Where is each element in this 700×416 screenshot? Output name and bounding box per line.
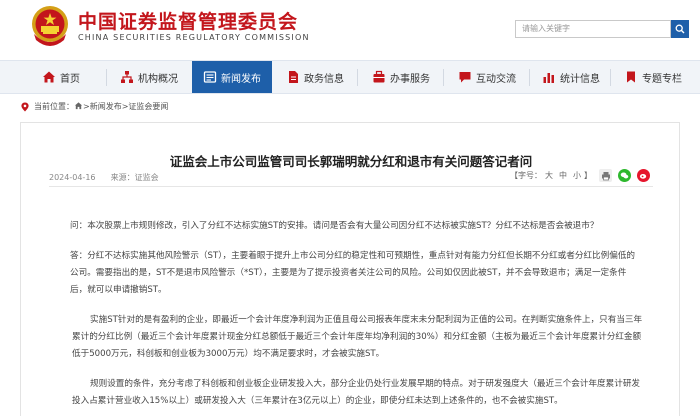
- nav-item-gov-info[interactable]: 政务信息: [286, 61, 344, 93]
- site-title[interactable]: 中国证券监督管理委员会: [78, 7, 298, 34]
- nav-label: 新闻发布: [221, 73, 261, 85]
- article-paragraph: 答：分红不达标实施其他风险警示（ST），主要着眼于提升上市公司分红的稳定性和可预…: [70, 251, 636, 295]
- print-icon[interactable]: [599, 169, 612, 182]
- site-header: 中国证券监督管理委员会 CHINA SECURITIES REGULATORY …: [0, 0, 700, 58]
- news-icon: [203, 70, 217, 84]
- search-input[interactable]: 请输入关键字: [515, 20, 671, 38]
- article-paragraph: 问：本次股票上市规则修改，引入了分红不达标实施ST的安排。请问是否会有大量公司因…: [70, 221, 599, 231]
- chat-icon: [458, 70, 472, 84]
- nav-label: 首页: [60, 73, 80, 85]
- wechat-icon[interactable]: [618, 169, 631, 182]
- search-button[interactable]: [671, 20, 689, 38]
- nav-item-topics[interactable]: 专题专栏: [624, 61, 682, 93]
- font-size-large[interactable]: 大: [545, 170, 553, 181]
- font-size-label: 【字号：: [510, 171, 542, 180]
- font-size-close: 】: [584, 171, 592, 180]
- breadcrumb-home-link[interactable]: [74, 101, 83, 112]
- org-chart-icon: [120, 70, 134, 84]
- location-pin-icon: [21, 102, 29, 111]
- nav-label: 办事服务: [390, 73, 430, 85]
- article-source: 证监会: [134, 173, 159, 182]
- breadcrumb: 当前位置： >新闻发布>证监会要闻: [20, 101, 168, 112]
- nav-item-services[interactable]: 办事服务: [372, 61, 430, 93]
- font-size-small[interactable]: 小: [573, 170, 581, 181]
- nav-label: 专题专栏: [642, 73, 682, 85]
- article-meta: 2024-04-16 来源：证监会 【字号： 大 中 小 】: [49, 169, 653, 187]
- article-title: 证监会上市公司监管司司长郭瑞明就分红和退市有关问题答记者问: [169, 154, 533, 169]
- nav-label: 机构概况: [138, 73, 178, 85]
- nav-label: 互动交流: [476, 73, 516, 85]
- article-paragraph: 规则设置的条件，充分考虑了科创板和创业板企业研发投入大，部分企业仍处行业发展早期…: [72, 379, 641, 406]
- source-label: 来源：: [110, 173, 135, 182]
- nav-label: 政务信息: [304, 73, 344, 85]
- home-icon: [74, 102, 83, 110]
- nav-item-home[interactable]: 首页: [42, 61, 80, 93]
- article-date: 2024-04-16: [49, 173, 96, 182]
- article-paragraph: 实施ST针对的是有盈利的企业，即最近一个会计年度净利润为正值且母公司报表年度末未…: [72, 315, 643, 359]
- site-subtitle: CHINA SECURITIES REGULATORY COMMISSION: [78, 33, 310, 42]
- font-size-medium[interactable]: 中: [559, 170, 567, 181]
- national-emblem-icon: [32, 6, 68, 46]
- nav-item-interaction[interactable]: 互动交流: [458, 61, 516, 93]
- home-icon: [42, 70, 56, 84]
- main-nav: 首页 机构概况 新闻发布 政务信息 办事服务 互动交流 统计信息 专题专栏: [0, 60, 700, 94]
- breadcrumb-path[interactable]: >新闻发布>证监会要闻: [83, 101, 168, 112]
- breadcrumb-prefix: 当前位置：: [34, 102, 74, 111]
- document-icon: [286, 70, 300, 84]
- weibo-icon[interactable]: [637, 169, 650, 182]
- service-icon: [372, 70, 386, 84]
- bar-chart-icon: [542, 70, 556, 84]
- nav-label: 统计信息: [560, 73, 600, 85]
- topic-icon: [624, 70, 638, 84]
- nav-item-statistics[interactable]: 统计信息: [542, 61, 600, 93]
- nav-item-news[interactable]: 新闻发布: [192, 61, 272, 93]
- nav-item-about[interactable]: 机构概况: [120, 61, 178, 93]
- search-icon: [675, 24, 685, 34]
